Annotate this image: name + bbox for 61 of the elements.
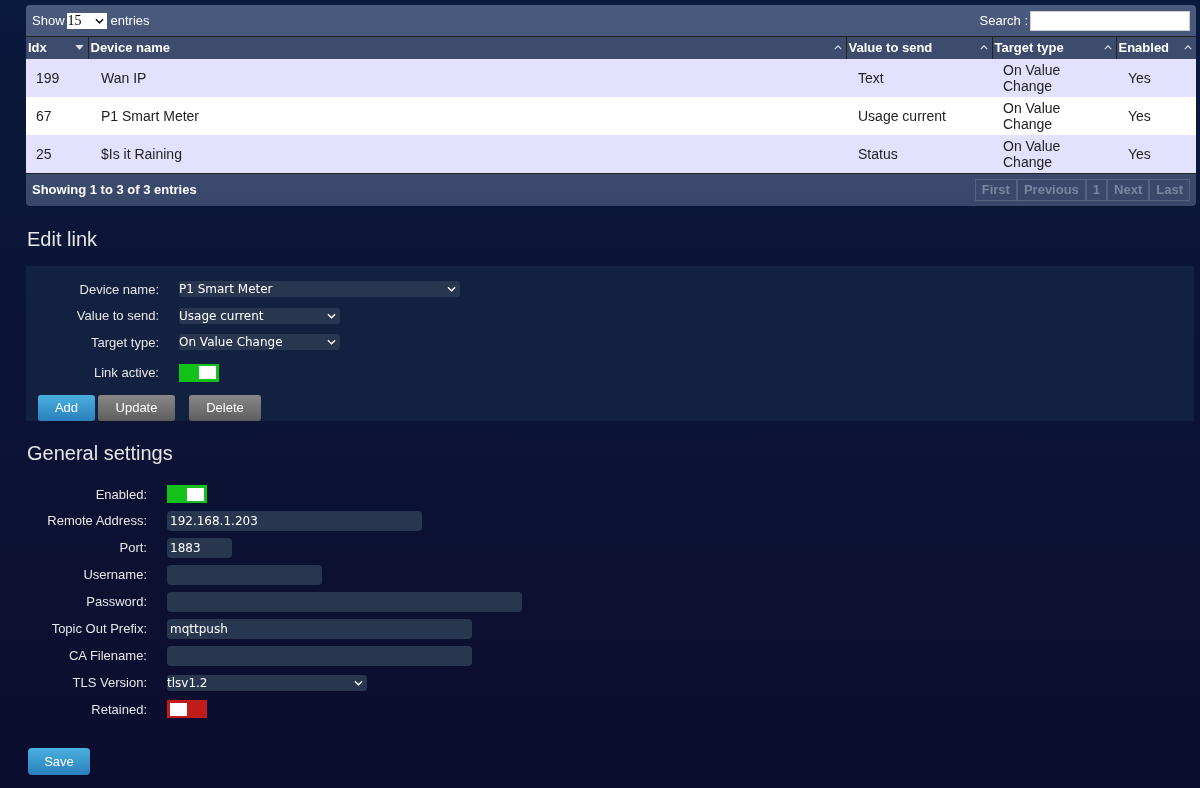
table-cell: On Value Change [1003, 99, 1061, 132]
toggle-switch[interactable] [179, 363, 219, 382]
select-field[interactable]: On Value Change [179, 334, 340, 351]
text-field[interactable] [167, 565, 322, 585]
table-cell: Yes [1128, 107, 1151, 124]
table-cell: 67 [36, 107, 52, 124]
table-cell: Text [858, 69, 884, 86]
select-field[interactable]: tlsv1.2 [167, 674, 367, 691]
select-field[interactable]: P1 Smart Meter [179, 281, 460, 298]
field-label: Link active: [92, 364, 159, 382]
table-cell: On Value Change [1003, 137, 1061, 170]
table-cell: Yes [1128, 145, 1151, 162]
toggle-switch[interactable] [167, 485, 207, 504]
text-field[interactable]: 1883 [167, 538, 232, 558]
table-cell: 199 [36, 69, 60, 86]
text-field[interactable] [167, 646, 472, 666]
chevron-down-icon [327, 339, 336, 346]
field-label: Remote Address: [46, 512, 147, 531]
table-cell: Status [858, 145, 898, 162]
field-label: Topic Out Prefix: [50, 620, 147, 639]
chevron-down-icon [94, 17, 104, 24]
table-cell: Usage current [858, 107, 946, 124]
chevron-down-icon [354, 679, 363, 686]
column-header[interactable]: Idx [26, 36, 88, 59]
chevron-down-icon [327, 312, 336, 319]
field-label: Enabled: [94, 485, 147, 504]
toggle-switch[interactable] [167, 700, 207, 719]
entries-select[interactable]: 15 [66, 12, 107, 29]
table-cell: P1 Smart Meter [101, 107, 200, 124]
action-button[interactable]: Update [98, 394, 175, 421]
entries-label: entries [110, 11, 150, 30]
section-title: General settings [27, 440, 174, 465]
column-header[interactable]: Target type [992, 36, 1116, 59]
text-field[interactable]: 192.168.1.203 [167, 511, 422, 531]
table-cell: $Is it Raining [101, 145, 182, 162]
action-button[interactable]: Delete [189, 394, 261, 421]
field-label: TLS Version: [71, 674, 147, 692]
field-label: Value to send: [75, 307, 159, 325]
table-cell: Yes [1128, 69, 1151, 86]
search-label: Search : [979, 11, 1028, 30]
search-field[interactable] [1030, 10, 1190, 31]
field-label: Device name: [78, 280, 159, 299]
text-field[interactable]: mqttpush [167, 619, 472, 639]
column-header[interactable]: Device name [88, 36, 846, 59]
select-field[interactable]: Usage current [179, 307, 340, 324]
field-label: Retained: [90, 700, 147, 719]
table-cell: Wan IP [101, 69, 147, 86]
table-cell: On Value Change [1003, 61, 1061, 94]
show-label: Show [32, 11, 65, 30]
column-header[interactable]: Enabled [1116, 36, 1196, 59]
table-info: Showing 1 to 3 of 3 entries [32, 180, 197, 199]
column-header[interactable]: Value to send [846, 36, 992, 59]
section-title: Edit link [27, 226, 99, 251]
field-label: Port: [118, 539, 147, 558]
field-label: CA Filename: [67, 647, 147, 666]
field-label: Password: [85, 593, 147, 612]
text-field[interactable] [167, 592, 522, 612]
chevron-down-icon [447, 286, 456, 293]
field-label: Username: [82, 566, 147, 585]
field-label: Target type: [90, 333, 159, 352]
table-cell: 25 [36, 145, 52, 162]
